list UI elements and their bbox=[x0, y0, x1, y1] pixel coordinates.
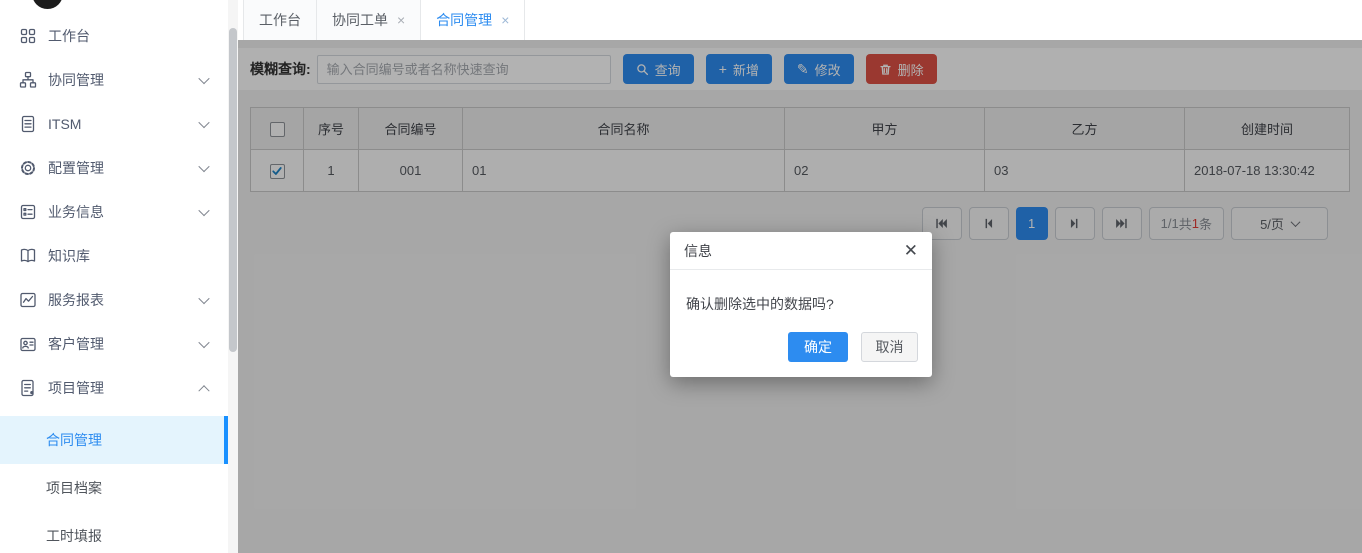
sidebar-item-collaboration[interactable]: 协同管理 bbox=[0, 58, 228, 102]
line-chart-icon bbox=[18, 291, 37, 310]
app-root: 工作台 协同管理 ITSM 配置管理 bbox=[0, 0, 1362, 553]
sidebar-scrollbar-track[interactable] bbox=[228, 0, 238, 553]
sidebar-item-label: ITSM bbox=[48, 116, 81, 132]
sidebar-subitem-label: 合同管理 bbox=[46, 430, 102, 450]
tab-contract-management[interactable]: 合同管理 × bbox=[421, 0, 525, 40]
modal-footer: 确定 取消 bbox=[670, 332, 932, 377]
main-panel: 工作台 协同工单 × 合同管理 × 模糊查询: 查询 bbox=[238, 0, 1362, 553]
dashboard-grid-icon bbox=[18, 27, 37, 46]
close-icon[interactable]: × bbox=[501, 13, 509, 27]
modal-header: 信息 ✕ bbox=[670, 232, 932, 270]
sidebar-item-project[interactable]: 项目管理 bbox=[0, 366, 228, 410]
sidebar-subitem-timesheet[interactable]: 工时填报 bbox=[0, 512, 228, 553]
sidebar-item-label: 业务信息 bbox=[48, 202, 104, 222]
sidebar-subitem-project-archive[interactable]: 项目档案 bbox=[0, 464, 228, 512]
sidebar-item-workbench[interactable]: 工作台 bbox=[0, 14, 228, 58]
confirm-button[interactable]: 确定 bbox=[788, 332, 848, 362]
sidebar-item-label: 工作台 bbox=[48, 26, 90, 46]
close-icon[interactable]: ✕ bbox=[904, 242, 918, 259]
sidebar-item-label: 知识库 bbox=[48, 246, 90, 266]
sidebar-submenu-project: 合同管理 项目档案 工时填报 bbox=[0, 416, 228, 553]
confirm-delete-modal: 信息 ✕ 确认删除选中的数据吗? 确定 取消 bbox=[670, 232, 932, 377]
sidebar-item-business-info[interactable]: 业务信息 bbox=[0, 190, 228, 234]
tab-workbench[interactable]: 工作台 bbox=[243, 0, 317, 40]
chevron-down-icon bbox=[198, 117, 209, 128]
chevron-down-icon bbox=[198, 293, 209, 304]
sidebar-item-config[interactable]: 配置管理 bbox=[0, 146, 228, 190]
cancel-button[interactable]: 取消 bbox=[861, 332, 918, 362]
project-doc-icon bbox=[18, 379, 37, 398]
sidebar-item-knowledge-base[interactable]: 知识库 bbox=[0, 234, 228, 278]
sidebar-item-label: 客户管理 bbox=[48, 334, 104, 354]
tab-label: 协同工单 bbox=[332, 10, 388, 30]
org-chart-icon bbox=[18, 71, 37, 90]
sidebar-scrollbar-thumb[interactable] bbox=[229, 28, 237, 352]
sidebar-item-service-reports[interactable]: 服务报表 bbox=[0, 278, 228, 322]
chevron-up-icon bbox=[198, 385, 209, 396]
sidebar-item-label: 项目管理 bbox=[48, 378, 104, 398]
tab-bar: 工作台 协同工单 × 合同管理 × bbox=[238, 0, 1362, 40]
sidebar-item-label: 服务报表 bbox=[48, 290, 104, 310]
chevron-down-icon bbox=[198, 205, 209, 216]
clipboard-list-icon bbox=[18, 203, 37, 222]
tab-collaboration-order[interactable]: 协同工单 × bbox=[317, 0, 421, 40]
tab-label: 工作台 bbox=[259, 10, 301, 30]
document-lines-icon bbox=[18, 115, 37, 134]
sidebar-subitem-contract[interactable]: 合同管理 bbox=[0, 416, 228, 464]
sidebar-item-label: 协同管理 bbox=[48, 70, 104, 90]
gear-icon bbox=[18, 159, 37, 178]
tab-label: 合同管理 bbox=[436, 10, 492, 30]
chevron-down-icon bbox=[198, 73, 209, 84]
sidebar-subitem-label: 工时填报 bbox=[46, 526, 102, 546]
content-area: 模糊查询: 查询 + 新增 ✎ 修改 删除 bbox=[238, 40, 1362, 553]
sidebar-item-itsm[interactable]: ITSM bbox=[0, 102, 228, 146]
chevron-down-icon bbox=[198, 337, 209, 348]
sidebar-subitem-label: 项目档案 bbox=[46, 478, 102, 498]
sidebar-item-customer[interactable]: 客户管理 bbox=[0, 322, 228, 366]
sidebar-item-label: 配置管理 bbox=[48, 158, 104, 178]
customer-card-icon bbox=[18, 335, 37, 354]
modal-title: 信息 bbox=[684, 241, 712, 261]
sidebar-nav: 工作台 协同管理 ITSM 配置管理 bbox=[0, 0, 228, 553]
close-icon[interactable]: × bbox=[397, 13, 405, 27]
open-book-icon bbox=[18, 247, 37, 266]
chevron-down-icon bbox=[198, 161, 209, 172]
modal-message: 确认删除选中的数据吗? bbox=[670, 270, 932, 332]
sidebar: 工作台 协同管理 ITSM 配置管理 bbox=[0, 0, 228, 553]
